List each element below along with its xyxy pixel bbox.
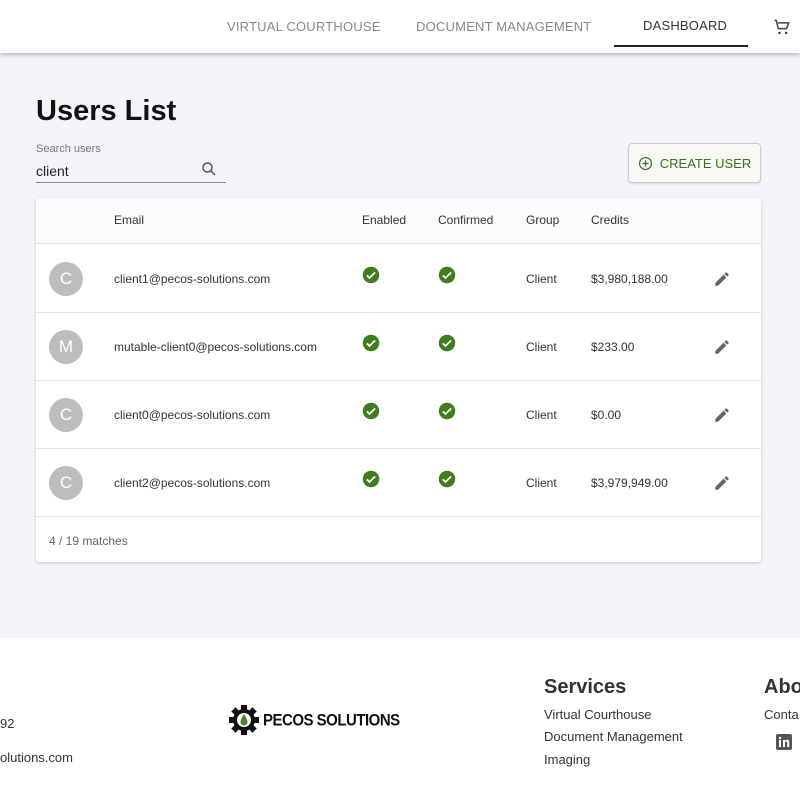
- check-circle-icon: [438, 334, 456, 352]
- active-tab-indicator: [614, 45, 748, 47]
- match-count: 4 / 19 matches: [49, 534, 128, 548]
- edit-icon[interactable]: [713, 474, 731, 492]
- user-credits: $3,980,188.00: [591, 272, 668, 286]
- table-row[interactable]: C client1@pecos-solutions.com Client $3,…: [36, 245, 761, 313]
- services-heading: Services: [544, 676, 627, 698]
- linkedin-icon[interactable]: [776, 734, 792, 750]
- user-group: Client: [526, 340, 557, 354]
- page-title: Users List: [36, 95, 177, 127]
- table-row[interactable]: C client2@pecos-solutions.com Client $3,…: [36, 449, 761, 517]
- enabled-status: [362, 402, 380, 423]
- nav-document-management[interactable]: DOCUMENT MANAGEMENT: [416, 19, 591, 34]
- user-email: mutable-client0@pecos-solutions.com: [114, 340, 317, 354]
- check-circle-icon: [438, 470, 456, 488]
- footer-link-virtual-courthouse[interactable]: Virtual Courthouse: [544, 707, 651, 722]
- confirmed-status: [438, 266, 456, 287]
- enabled-status: [362, 266, 380, 287]
- check-circle-icon: [438, 402, 456, 420]
- confirmed-status: [438, 470, 456, 491]
- confirmed-status: [438, 402, 456, 423]
- check-circle-icon: [438, 266, 456, 284]
- add-circle-icon: [638, 156, 652, 170]
- footer-phone: 92: [0, 716, 15, 731]
- user-group: Client: [526, 408, 557, 422]
- user-group: Client: [526, 272, 557, 286]
- column-enabled[interactable]: Enabled: [362, 213, 406, 227]
- user-group: Client: [526, 476, 557, 490]
- footer-link-imaging[interactable]: Imaging: [544, 752, 590, 767]
- search-icon[interactable]: [200, 160, 218, 178]
- avatar: C: [49, 262, 83, 296]
- top-nav: VIRTUAL COURTHOUSE DOCUMENT MANAGEMENT D…: [0, 0, 800, 53]
- create-user-button[interactable]: CREATE USER: [628, 143, 761, 183]
- user-email: client0@pecos-solutions.com: [114, 408, 271, 422]
- user-email: client1@pecos-solutions.com: [114, 272, 271, 286]
- table-row[interactable]: M mutable-client0@pecos-solutions.com Cl…: [36, 313, 761, 381]
- edit-icon[interactable]: [713, 406, 731, 424]
- enabled-status: [362, 470, 380, 491]
- nav-virtual-courthouse[interactable]: VIRTUAL COURTHOUSE: [227, 19, 381, 34]
- edit-icon[interactable]: [713, 270, 731, 288]
- check-circle-icon: [362, 470, 380, 488]
- column-group[interactable]: Group: [526, 213, 559, 227]
- user-email: client2@pecos-solutions.com: [114, 476, 271, 490]
- create-user-label: CREATE USER: [659, 155, 752, 171]
- user-credits: $233.00: [591, 340, 635, 354]
- column-email[interactable]: Email: [114, 213, 144, 227]
- check-circle-icon: [362, 402, 380, 420]
- search-label: Search users: [36, 143, 101, 155]
- search-input[interactable]: [36, 159, 226, 183]
- shopping-cart-icon[interactable]: [772, 17, 792, 37]
- check-circle-icon: [362, 334, 380, 352]
- site-footer: 92 olutions.com PECOS SOLUTIONS Services…: [0, 638, 800, 800]
- confirmed-status: [438, 334, 456, 355]
- gear-drop-logo-icon: [229, 705, 259, 735]
- user-credits: $3,979,949.00: [591, 476, 668, 490]
- avatar: M: [49, 330, 83, 364]
- nav-dashboard[interactable]: DASHBOARD: [643, 18, 727, 33]
- table-header: Email Enabled Confirmed Group Credits: [36, 198, 761, 244]
- users-table: Email Enabled Confirmed Group Credits C …: [36, 198, 761, 562]
- check-circle-icon: [362, 266, 380, 284]
- enabled-status: [362, 334, 380, 355]
- column-credits[interactable]: Credits: [591, 213, 629, 227]
- pecos-logo: PECOS SOLUTIONS: [228, 704, 400, 736]
- avatar: C: [49, 466, 83, 500]
- footer-link-document-management[interactable]: Document Management: [544, 729, 683, 744]
- table-row[interactable]: C client0@pecos-solutions.com Client $0.…: [36, 381, 761, 449]
- footer-email[interactable]: olutions.com: [0, 750, 73, 765]
- column-confirmed[interactable]: Confirmed: [438, 213, 493, 227]
- logo-text: PECOS SOLUTIONS: [263, 710, 400, 730]
- footer-link-contact[interactable]: Conta: [764, 707, 799, 722]
- edit-icon[interactable]: [713, 338, 731, 356]
- about-heading: Abo: [764, 676, 800, 698]
- avatar: C: [49, 398, 83, 432]
- user-credits: $0.00: [591, 408, 622, 422]
